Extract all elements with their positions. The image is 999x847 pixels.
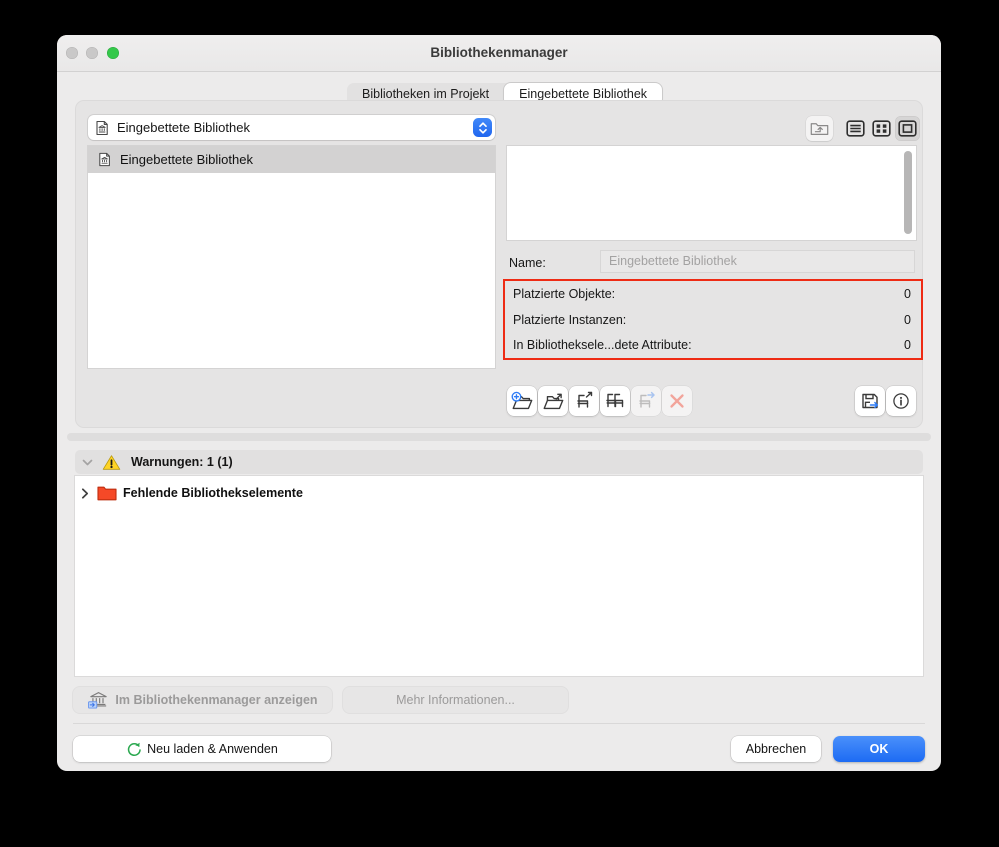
open-library-button[interactable] <box>538 386 568 416</box>
panel-splitter[interactable] <box>67 433 931 441</box>
more-info-button: Mehr Informationen... <box>343 687 568 713</box>
stat-value: 0 <box>904 338 911 353</box>
list-view-icon <box>846 120 865 137</box>
warnings-panel: Fehlende Bibliothekselemente <box>75 476 923 676</box>
stat-placed-instances: Platzierte Instanzen: 0 <box>505 307 921 333</box>
chevron-up-down-icon <box>473 118 492 137</box>
save-as-icon <box>859 390 881 412</box>
refresh-icon <box>126 741 142 757</box>
warning-item-label: Fehlende Bibliothekselemente <box>123 486 303 500</box>
list-item-embedded-library[interactable]: Eingebettete Bibliothek <box>88 146 495 173</box>
library-select-dropdown[interactable]: Eingebettete Bibliothek <box>88 115 495 140</box>
stats-highlight-box: Platzierte Objekte: 0 Platzierte Instanz… <box>503 279 923 360</box>
stat-used-attributes: In Bibliotheksele...dete Attribute: 0 <box>505 332 921 358</box>
duplicate-objects-button[interactable] <box>600 386 630 416</box>
stat-label: In Bibliotheksele...dete Attribute: <box>513 338 692 353</box>
warning-item-missing-elements[interactable]: Fehlende Bibliothekselemente <box>75 482 303 504</box>
show-in-library-manager-button: Im Bibliothekenmanager anzeigen <box>73 687 332 713</box>
warning-triangle-icon <box>102 454 121 471</box>
show-in-library-manager-label: Im Bibliothekenmanager anzeigen <box>115 693 318 707</box>
ok-button[interactable]: OK <box>833 736 925 762</box>
info-icon <box>891 391 911 411</box>
list-view-button[interactable] <box>843 116 868 141</box>
reload-apply-button[interactable]: Neu laden & Anwenden <box>73 736 331 762</box>
icon-view-icon <box>898 120 917 137</box>
library-file-icon <box>94 120 110 136</box>
delete-button <box>662 386 692 416</box>
stat-placed-objects: Platzierte Objekte: 0 <box>505 281 921 307</box>
window-title: Bibliothekenmanager <box>430 45 568 60</box>
warnings-header[interactable]: Warnungen: 1 (1) <box>75 450 923 474</box>
reload-apply-label: Neu laden & Anwenden <box>147 742 278 756</box>
name-label: Name: <box>509 256 546 270</box>
grid-view-button[interactable] <box>869 116 894 141</box>
warnings-header-label: Warnungen: 1 (1) <box>131 455 233 469</box>
library-file-icon <box>97 152 112 167</box>
titlebar[interactable]: Bibliothekenmanager <box>57 35 941 72</box>
red-folder-icon <box>97 485 117 501</box>
grid-view-icon <box>872 120 891 137</box>
library-group-box: Eingebettete Bibliothek Eingebettete Bib… <box>75 100 923 428</box>
delete-x-icon <box>667 391 687 411</box>
duplicate-objects-icon <box>604 390 626 412</box>
cancel-label: Abbrechen <box>745 742 807 756</box>
stat-label: Platzierte Instanzen: <box>513 312 627 327</box>
add-library-button[interactable] <box>507 386 537 416</box>
stat-value: 0 <box>904 312 911 327</box>
add-library-icon <box>510 391 534 412</box>
library-select-value: Eingebettete Bibliothek <box>117 120 250 135</box>
info-button[interactable] <box>886 386 916 416</box>
library-manager-icon <box>87 690 110 710</box>
import-object-icon <box>573 390 595 412</box>
save-as-button[interactable] <box>855 386 885 416</box>
folder-up-icon <box>810 121 829 136</box>
divider <box>73 723 925 724</box>
name-input[interactable]: Eingebettete Bibliothek <box>601 251 914 272</box>
chevron-right-icon[interactable] <box>81 487 89 499</box>
cancel-button[interactable]: Abbrechen <box>731 736 821 762</box>
export-object-icon <box>635 390 657 412</box>
chevron-down-icon[interactable] <box>82 459 93 466</box>
open-library-icon <box>541 391 565 412</box>
library-manager-window: Bibliothekenmanager Bibliotheken im Proj… <box>57 35 941 771</box>
export-object-button <box>631 386 661 416</box>
preview-scrollbar[interactable] <box>904 151 912 234</box>
preview-panel <box>507 146 916 240</box>
list-item-label: Eingebettete Bibliothek <box>120 152 253 167</box>
stat-value: 0 <box>904 286 911 301</box>
library-list[interactable]: Eingebettete Bibliothek <box>88 146 495 368</box>
ok-label: OK <box>869 742 889 756</box>
icon-view-button[interactable] <box>895 116 920 141</box>
more-info-label: Mehr Informationen... <box>396 693 515 707</box>
stat-label: Platzierte Objekte: <box>513 286 616 301</box>
folder-up-button[interactable] <box>806 116 833 141</box>
import-object-button[interactable] <box>569 386 599 416</box>
